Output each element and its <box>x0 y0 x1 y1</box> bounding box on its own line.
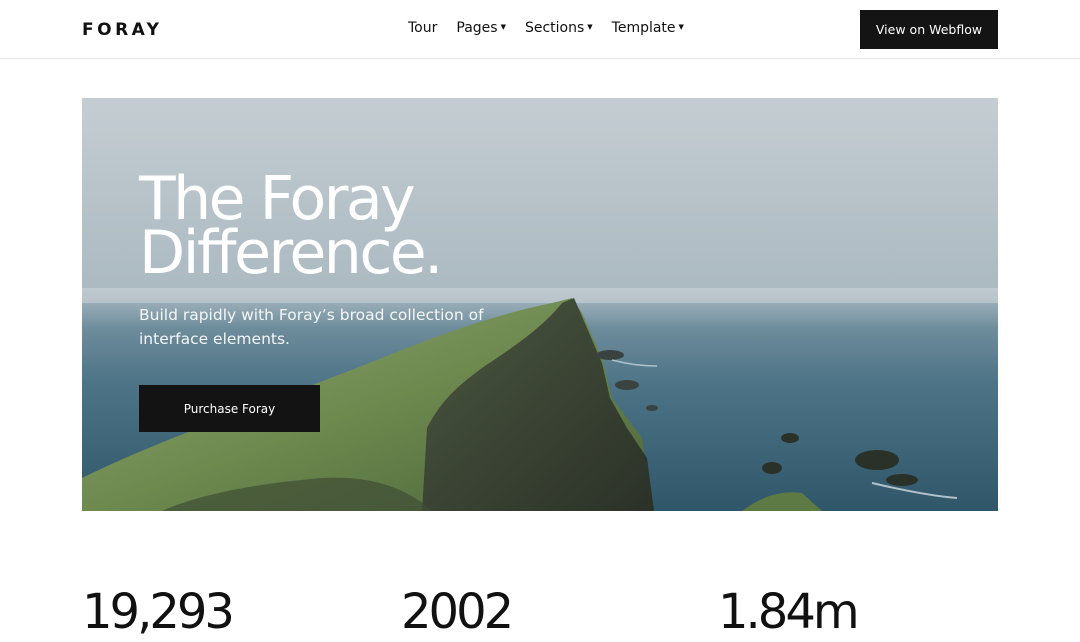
stat-value: 1.84m <box>718 584 860 640</box>
hero-title: The Foray Difference. <box>139 169 559 283</box>
view-on-webflow-button[interactable]: View on Webflow <box>860 10 998 49</box>
nav-link-label: Tour <box>408 20 438 36</box>
hero-banner: The Foray Difference. Build rapidly with… <box>82 98 998 511</box>
stat-value: 19,293 <box>82 584 235 640</box>
nav-links: Tour Pages ▼ Sections ▼ Template ▼ <box>408 20 684 36</box>
nav-link-label: Template <box>611 20 676 36</box>
hero-title-line2: Difference. <box>139 218 443 288</box>
logo[interactable]: FORAY <box>82 20 163 40</box>
nav-link-pages[interactable]: Pages ▼ <box>456 20 506 36</box>
nav-link-template[interactable]: Template ▼ <box>612 20 684 36</box>
caret-down-icon: ▼ <box>500 23 506 31</box>
nav-link-label: Pages <box>456 20 498 36</box>
hero-subtitle: Build rapidly with Foray’s broad collect… <box>139 306 484 348</box>
caret-down-icon: ▼ <box>587 23 593 31</box>
purchase-button[interactable]: Purchase Foray <box>139 385 320 432</box>
stat-value: 2002 <box>401 584 514 640</box>
caret-down-icon: ▼ <box>678 23 684 31</box>
navbar: FORAY Tour Pages ▼ Sections ▼ Template ▼… <box>0 0 1080 59</box>
nav-link-label: Sections <box>524 20 585 36</box>
nav-link-sections[interactable]: Sections ▼ <box>525 20 593 36</box>
nav-link-tour[interactable]: Tour <box>408 20 437 36</box>
